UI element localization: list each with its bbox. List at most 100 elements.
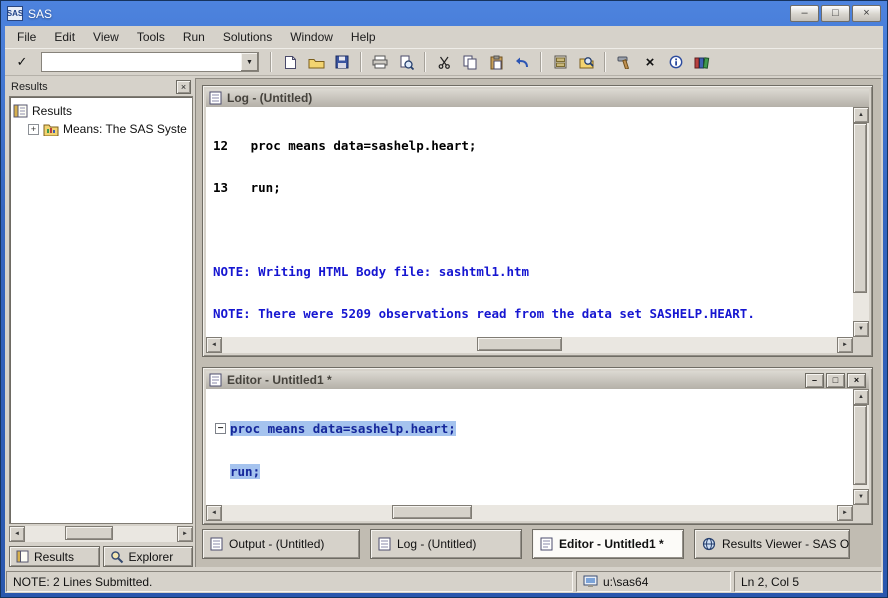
editor-maximize-button[interactable]: □ <box>826 373 845 388</box>
results-tree[interactable]: Results + Means: The SAS Syste <box>9 96 193 524</box>
paste-icon <box>490 55 503 70</box>
print-button[interactable] <box>368 51 392 73</box>
menu-item-edit[interactable]: Edit <box>45 27 84 47</box>
command-input[interactable] <box>42 53 241 71</box>
submit-check-icon: ✓ <box>17 54 28 70</box>
log-horizontal-scrollbar[interactable]: ◄ ► <box>206 337 853 353</box>
winbar-button-results-viewer[interactable]: Results Viewer - SAS Ou... <box>694 529 850 559</box>
scroll-track[interactable] <box>853 123 869 321</box>
results-panel-close-button[interactable]: × <box>176 80 191 94</box>
log-line: 13 run; <box>213 181 846 195</box>
editor-minimize-button[interactable]: – <box>805 373 824 388</box>
main-area: Results × Results + Means: The SAS Syste <box>5 76 883 569</box>
menubar: File Edit View Tools Run Solutions Windo… <box>5 26 883 48</box>
winbar-button-label: Results Viewer - SAS Ou... <box>722 537 850 551</box>
log-window: Log - (Untitled) 12 proc means data=sash… <box>202 85 873 357</box>
explorer-tab-icon <box>110 550 124 564</box>
paste-button[interactable] <box>484 51 508 73</box>
scroll-track[interactable] <box>25 526 177 542</box>
menu-item-help[interactable]: Help <box>342 27 385 47</box>
editor-window-icon <box>209 373 222 387</box>
delete-icon: × <box>646 54 655 71</box>
results-panel-header[interactable]: Results × <box>9 78 193 96</box>
minimize-button[interactable]: – <box>790 5 819 22</box>
new-document-icon <box>284 55 297 70</box>
scroll-right-button[interactable]: ► <box>837 505 853 521</box>
tree-item-results[interactable]: Results <box>13 102 189 120</box>
menu-item-file[interactable]: File <box>8 27 45 47</box>
results-tab-icon <box>16 550 29 563</box>
mdi-area: Log - (Untitled) 12 proc means data=sash… <box>195 78 881 567</box>
scroll-track[interactable] <box>222 337 837 353</box>
editor-close-button[interactable]: × <box>847 373 866 388</box>
winbar-button-output[interactable]: Output - (Untitled) <box>202 529 360 559</box>
scroll-track[interactable] <box>853 405 869 489</box>
close-button[interactable]: × <box>852 5 881 22</box>
toolbar-separator <box>424 52 426 72</box>
scroll-thumb[interactable] <box>853 123 867 293</box>
menu-item-window[interactable]: Window <box>281 27 342 47</box>
submit-check-button[interactable]: ✓ <box>10 51 34 73</box>
tree-item-means[interactable]: + Means: The SAS Syste <box>13 120 189 138</box>
tab-results[interactable]: Results <box>9 546 100 567</box>
results-horizontal-scrollbar[interactable]: ◄ ► <box>9 526 193 542</box>
open-button[interactable] <box>304 51 328 73</box>
tab-explorer[interactable]: Explorer <box>103 546 194 567</box>
scroll-track[interactable] <box>222 505 837 521</box>
editor-selected-text: proc means data=sashelp.heart; <box>230 421 456 436</box>
save-button[interactable] <box>330 51 354 73</box>
copy-button[interactable] <box>458 51 482 73</box>
log-window-icon <box>378 537 391 551</box>
scroll-right-button[interactable]: ► <box>177 526 193 542</box>
winbar-button-log[interactable]: Log - (Untitled) <box>370 529 522 559</box>
means-folder-icon <box>43 123 59 136</box>
scroll-down-button[interactable]: ▼ <box>853 321 869 337</box>
status-location-panel: u:\sas64 <box>576 571 731 592</box>
scroll-thumb[interactable] <box>477 337 562 351</box>
scroll-up-button[interactable]: ▲ <box>853 107 869 123</box>
menu-item-run[interactable]: Run <box>174 27 214 47</box>
winbar-button-label: Output - (Untitled) <box>229 537 324 551</box>
winbar-button-editor[interactable]: Editor - Untitled1 * <box>532 529 684 559</box>
explorer-button[interactable] <box>574 51 598 73</box>
help-button[interactable] <box>690 51 714 73</box>
menu-item-solutions[interactable]: Solutions <box>214 27 281 47</box>
scroll-thumb[interactable] <box>392 505 472 519</box>
info-button[interactable] <box>664 51 688 73</box>
command-combobox: ▼ <box>41 52 259 72</box>
menu-item-tools[interactable]: Tools <box>128 27 174 47</box>
new-document-button[interactable] <box>278 51 302 73</box>
titlebar[interactable]: SAS SAS – □ × <box>1 1 887 26</box>
window-bar: Output - (Untitled) Log - (Untitled) Edi… <box>202 529 873 559</box>
maximize-button[interactable]: □ <box>821 5 850 22</box>
editor-horizontal-scrollbar[interactable]: ◄ ► <box>206 505 853 521</box>
print-icon <box>372 55 388 69</box>
menu-item-view[interactable]: View <box>84 27 128 47</box>
scroll-up-button[interactable]: ▲ <box>853 389 869 405</box>
scroll-thumb[interactable] <box>853 405 867 485</box>
undo-button[interactable] <box>510 51 534 73</box>
log-vertical-scrollbar[interactable]: ▲ ▼ <box>853 107 869 337</box>
delete-button[interactable]: × <box>638 51 662 73</box>
print-preview-button[interactable] <box>394 51 418 73</box>
scroll-right-button[interactable]: ► <box>837 337 853 353</box>
toolbar-separator <box>540 52 542 72</box>
new-library-button[interactable] <box>548 51 572 73</box>
scroll-left-button[interactable]: ◄ <box>206 505 222 521</box>
editor-content[interactable]: − proc means data=sashelp.heart; run; <box>206 389 853 505</box>
fold-collapse-icon[interactable]: − <box>215 423 226 434</box>
editor-vertical-scrollbar[interactable]: ▲ ▼ <box>853 389 869 505</box>
scroll-down-button[interactable]: ▼ <box>853 489 869 505</box>
cut-icon <box>438 56 451 69</box>
editor-titlebar[interactable]: Editor - Untitled1 * – □ × <box>206 371 869 389</box>
scroll-left-button[interactable]: ◄ <box>9 526 25 542</box>
tools-button[interactable] <box>612 51 636 73</box>
editor-selected-text: run; <box>230 464 260 479</box>
tree-expand-icon[interactable]: + <box>28 124 39 135</box>
scroll-left-button[interactable]: ◄ <box>206 337 222 353</box>
log-titlebar[interactable]: Log - (Untitled) <box>206 89 869 107</box>
log-content[interactable]: 12 proc means data=sashelp.heart; 13 run… <box>206 107 853 337</box>
cut-button[interactable] <box>432 51 456 73</box>
command-dropdown-button[interactable]: ▼ <box>241 53 258 71</box>
scroll-thumb[interactable] <box>65 526 113 540</box>
